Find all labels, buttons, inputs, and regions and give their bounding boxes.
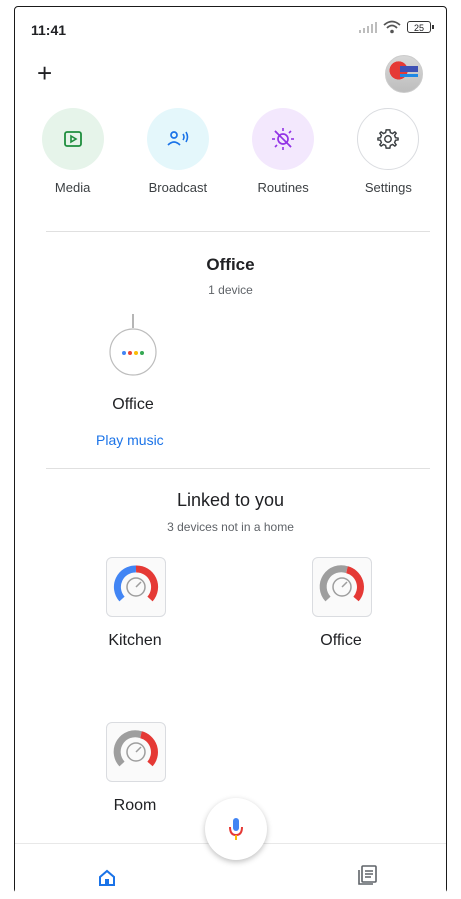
routines-icon-circle: [252, 108, 315, 170]
routines-label: Routines: [257, 180, 309, 195]
home-subtitle: 1 device: [208, 283, 253, 297]
wifi-icon: [383, 20, 401, 34]
battery-icon: 25: [407, 21, 434, 33]
gear-icon: [377, 129, 400, 149]
routines-shortcut[interactable]: Routines: [233, 108, 333, 195]
device-tile-kitchen[interactable]: [106, 557, 166, 617]
device-tile-office[interactable]: [312, 557, 372, 617]
routines-icon: [272, 128, 295, 150]
device-name-kitchen: Kitchen: [108, 632, 162, 649]
microphone-icon: [229, 818, 243, 840]
device-tile-room[interactable]: [106, 722, 166, 782]
settings-shortcut[interactable]: Settings: [338, 108, 438, 195]
feed-icon[interactable]: [357, 864, 379, 886]
device-name-room: Room: [113, 797, 157, 814]
device-name-office: Office: [320, 632, 362, 649]
linked-title: Linked to you: [176, 490, 285, 510]
status-icons: 25: [359, 20, 434, 34]
broadcast-label: Broadcast: [148, 180, 208, 195]
avatar-detail: [400, 66, 418, 72]
signal-icon: [359, 21, 377, 33]
gauge-icon: [113, 730, 158, 767]
shortcut-row: Media Broadcast Routines Settings: [20, 108, 441, 195]
gauge-icon: [319, 565, 364, 602]
home-title: Office: [206, 255, 255, 274]
speaker-device-icon[interactable]: [107, 314, 159, 376]
broadcast-shortcut[interactable]: Broadcast: [128, 108, 228, 195]
play-music-link[interactable]: Play music: [96, 432, 164, 448]
broadcast-icon: [167, 131, 189, 146]
broadcast-icon-circle: [146, 108, 209, 170]
home-device-name: Office: [112, 396, 154, 413]
media-shortcut[interactable]: Media: [23, 108, 123, 195]
media-play-icon: [63, 131, 82, 147]
media-label: Media: [54, 180, 91, 195]
status-time: 11:41: [31, 22, 67, 38]
linked-subtitle: 3 devices not in a home: [167, 520, 294, 534]
settings-icon-circle: [357, 108, 420, 170]
avatar-detail: [400, 74, 418, 77]
section-divider: [46, 231, 430, 232]
add-button[interactable]: +: [37, 60, 52, 86]
account-avatar[interactable]: [385, 55, 423, 93]
media-icon-circle: [41, 108, 104, 170]
microphone-button[interactable]: [205, 798, 267, 860]
section-divider: [46, 468, 430, 469]
gauge-icon: [113, 565, 159, 602]
settings-label: Settings: [364, 180, 412, 195]
home-icon[interactable]: [97, 868, 117, 888]
